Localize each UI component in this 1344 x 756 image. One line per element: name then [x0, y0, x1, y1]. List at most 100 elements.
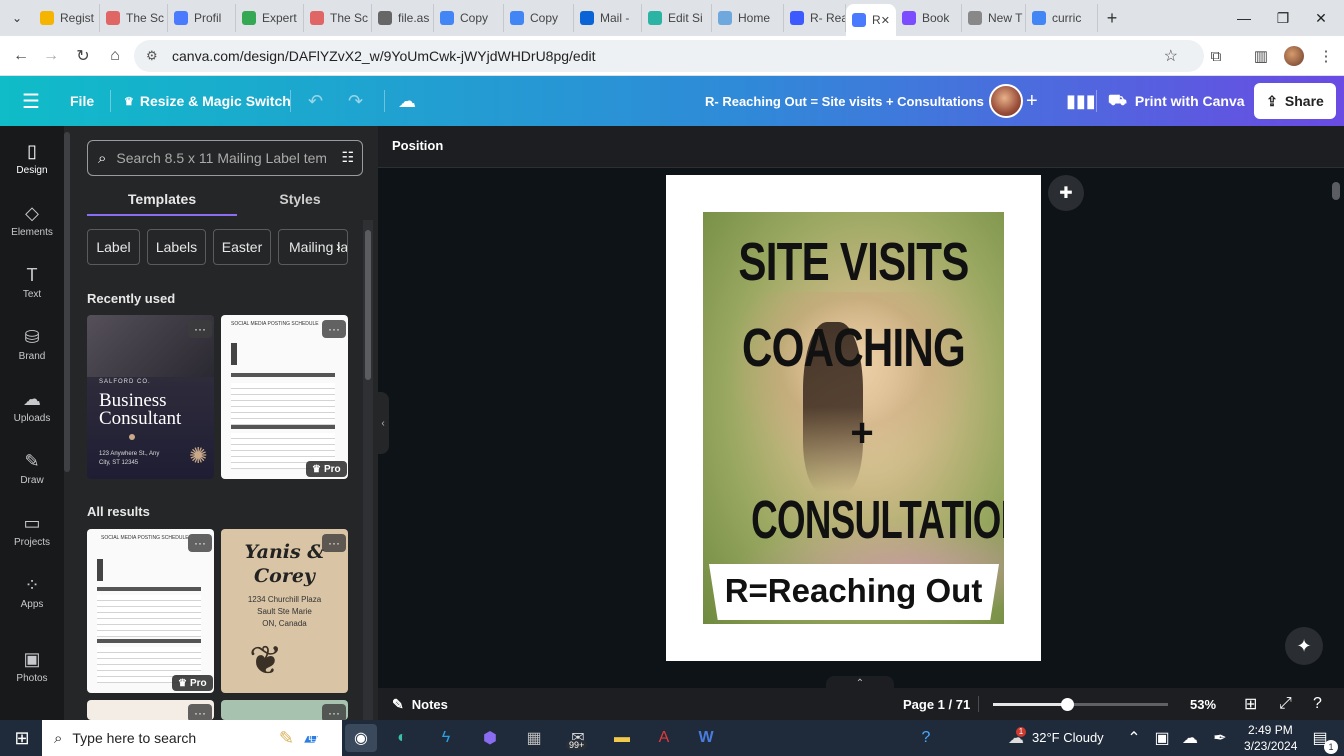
rail-item-photos[interactable]: ▣ Photos [0, 638, 64, 694]
zoom-level[interactable]: 53% [1190, 688, 1216, 720]
fullscreen-icon[interactable]: ⤢ [1279, 688, 1292, 720]
pen-icon[interactable]: ✒ [1204, 724, 1236, 752]
rail-item-uploads[interactable]: ☁ Uploads [0, 378, 64, 434]
browser-tab[interactable]: R- Rea [784, 4, 846, 32]
browser-menu-icon[interactable]: ⋮ [1310, 40, 1342, 72]
add-comment-icon[interactable]: ✚ [1048, 175, 1084, 211]
app-taskbar-icon[interactable]: ⬢ [474, 724, 506, 752]
url-bar[interactable]: ⚙ canva.com/design/DAFlYZvX2_w/9YoUmCwk-… [134, 40, 1204, 72]
home-button[interactable]: ⌂ [99, 40, 131, 72]
tab-styles[interactable]: Styles [237, 182, 363, 216]
file-menu-button[interactable]: File [70, 76, 94, 126]
template-social-media-schedule[interactable]: SOCIAL MEDIA POSTING SCHEDULE ··· ♛ Pro [221, 315, 348, 479]
template-more-button[interactable]: ··· [322, 704, 346, 720]
position-button[interactable]: Position [392, 138, 443, 153]
help-icon[interactable]: ? [1313, 688, 1322, 720]
help-taskbar-icon[interactable]: ? [910, 724, 942, 752]
browser-tab[interactable]: R ✕ [846, 4, 896, 36]
template-partial-2[interactable]: ··· [221, 700, 348, 720]
new-tab-button[interactable]: + [1098, 8, 1126, 29]
template-more-button[interactable]: ··· [188, 534, 212, 552]
grid-view-icon[interactable]: ⊞ [1244, 688, 1257, 720]
clock-date[interactable]: 3/23/2024 [1244, 739, 1297, 753]
site-settings-icon[interactable]: ⚙ [146, 48, 162, 64]
template-business-consultant[interactable]: SALFORD CO. Business Consultant 123 Anyw… [87, 315, 214, 479]
browser-tab[interactable]: file.as [372, 4, 434, 32]
task-view-icon[interactable]: ⧉ [298, 724, 330, 752]
rail-item-draw[interactable]: ✎ Draw [0, 440, 64, 496]
tab-templates[interactable]: Templates [87, 182, 237, 216]
zoom-slider[interactable] [993, 698, 1168, 711]
notes-button[interactable]: ✎ Notes [392, 688, 448, 720]
onedrive-icon[interactable]: ☁ [1174, 724, 1206, 752]
browser-tab[interactable]: Edit Si [642, 4, 712, 32]
browser-tab[interactable]: New T [962, 4, 1026, 32]
browser-tab[interactable]: Regist [34, 4, 100, 32]
rail-item-apps[interactable]: ⁘ Apps [0, 564, 64, 620]
print-with-canva-button[interactable]: ⛟ Print with Canva [1108, 76, 1245, 126]
add-collaborator-icon[interactable]: + [1026, 76, 1038, 126]
page-indicator[interactable]: Page 1 / 71 [903, 688, 970, 720]
acrobat-taskbar-icon[interactable]: A [648, 724, 680, 752]
rail-item-projects[interactable]: ▭ Projects [0, 502, 64, 558]
file-explorer-icon[interactable]: ▬ [606, 724, 638, 752]
filter-chip-labels[interactable]: Labels [147, 229, 206, 265]
windows-start-icon[interactable]: ⊞ [6, 724, 38, 752]
design-text-consultations[interactable]: CONSULTATIONS [751, 488, 1004, 552]
browser-tab[interactable]: The Sc [100, 4, 168, 32]
rail-item-brand[interactable]: ⛁ Brand [0, 316, 64, 372]
rail-scrollbar[interactable] [64, 132, 70, 472]
store-taskbar-icon[interactable]: ▦ [518, 724, 550, 752]
resize-magic-switch-button[interactable]: ♛ Resize & Magic Switch [124, 76, 291, 126]
close-tab-icon[interactable]: ✕ [881, 14, 890, 27]
chips-scroll-right-icon[interactable]: › [336, 238, 341, 254]
browser-tab[interactable]: Home [712, 4, 784, 32]
share-button[interactable]: ⇪ Share [1254, 83, 1336, 119]
side-panel-icon[interactable]: ▥ [1245, 40, 1277, 72]
document-title[interactable]: R- Reaching Out = Site visits + Consulta… [705, 76, 984, 126]
reload-button[interactable]: ↻ [67, 40, 99, 72]
rail-item-elements[interactable]: ◇ Elements [0, 192, 64, 248]
canvas-vertical-scrollbar[interactable] [1330, 176, 1342, 666]
azure-taskbar-icon[interactable]: ϟ [430, 724, 462, 752]
template-search-input[interactable]: ⌕ Search 8.5 x 11 Mailing Label templ ☷ [87, 140, 363, 176]
design-text-coaching[interactable]: COACHING [736, 316, 971, 380]
bookmark-star-icon[interactable]: ☆ [1164, 46, 1178, 66]
insights-icon[interactable]: ▮▮▮ [1066, 76, 1096, 126]
browser-tab[interactable]: Profil [168, 4, 236, 32]
taskbar-search-input[interactable]: ⌕ Type here to search ✎ ▰ [42, 720, 342, 756]
browser-tab[interactable]: The Sc [304, 4, 372, 32]
browser-tab[interactable]: Book [896, 4, 962, 32]
template-social-media-schedule-2[interactable]: SOCIAL MEDIA POSTING SCHEDULE ··· ♛ Pro [87, 529, 214, 693]
magic-sparkle-icon[interactable]: ✦ [1285, 627, 1323, 665]
design-text-reaching-out[interactable]: R=Reaching Out [703, 568, 1004, 614]
extensions-icon[interactable]: ⧉ [1200, 40, 1232, 72]
design-photo-graphic[interactable]: SITE VISITS COACHING + CONSULTATIONS R=R… [703, 212, 1004, 624]
collapse-panel-handle[interactable]: ‹ [377, 392, 389, 454]
clock-time[interactable]: 2:49 PM [1248, 723, 1293, 737]
template-more-button[interactable]: ··· [322, 534, 346, 552]
chrome-taskbar-icon[interactable]: ◉ [345, 724, 377, 752]
zoom-slider-knob[interactable] [1060, 698, 1074, 711]
rail-item-text[interactable]: T Text [0, 254, 64, 310]
panel-scrollbar[interactable] [363, 220, 373, 720]
design-text-site-visits[interactable]: SITE VISITS [736, 230, 971, 294]
template-partial-1[interactable]: ··· [87, 700, 214, 720]
template-more-button[interactable]: ··· [188, 320, 212, 338]
browser-tab[interactable]: Expert [236, 4, 304, 32]
rail-item-design[interactable]: ▯ Design [0, 130, 64, 186]
browser-tab[interactable]: curric [1026, 4, 1098, 32]
main-menu-icon[interactable]: ☰ [22, 76, 40, 126]
edge-taskbar-icon[interactable]: ◐ [386, 724, 418, 752]
filter-chip-label[interactable]: Label [87, 229, 140, 265]
design-text-plus[interactable]: + [711, 408, 1004, 458]
tab-search-chevron-icon[interactable]: ⌄ [0, 0, 34, 36]
close-window-button[interactable]: ✕ [1298, 0, 1344, 36]
browser-tab[interactable]: Mail - [574, 4, 642, 32]
weather-text[interactable]: 32°F Cloudy [1032, 730, 1104, 745]
forward-button[interactable]: → [35, 40, 67, 72]
undo-icon[interactable]: ↶ [308, 76, 323, 126]
cloud-saved-icon[interactable]: ☁ [398, 76, 416, 126]
back-button[interactable]: ← [5, 40, 37, 72]
template-more-button[interactable]: ··· [188, 704, 212, 720]
